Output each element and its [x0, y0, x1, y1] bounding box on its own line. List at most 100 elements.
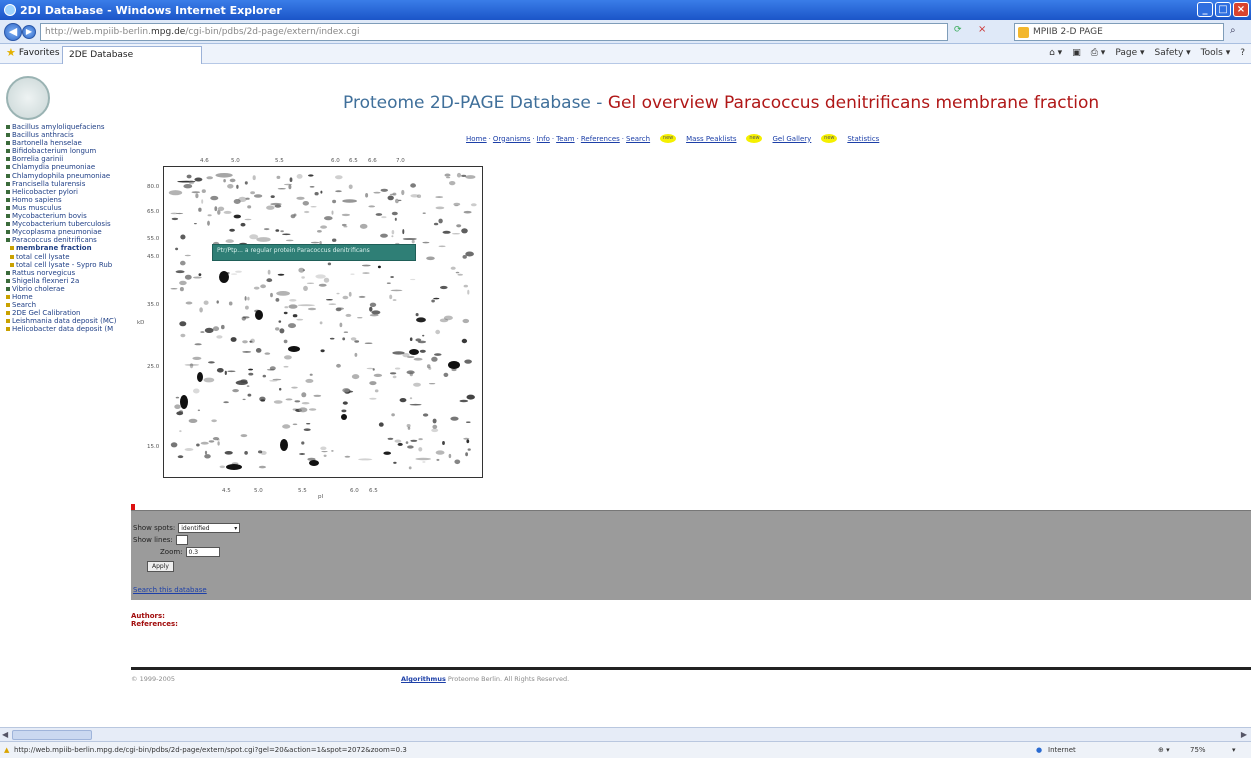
tools-menu[interactable]: Tools ▾ [1201, 48, 1231, 58]
gel-spot[interactable] [463, 284, 468, 288]
gel-spot[interactable] [306, 282, 315, 284]
search-database-link[interactable]: Search this database [133, 586, 207, 594]
gel-spot[interactable] [263, 228, 270, 231]
gel-spot[interactable] [354, 340, 360, 343]
gel-spot[interactable] [467, 289, 470, 295]
gel-spot[interactable] [422, 212, 426, 214]
gel-spot[interactable] [374, 389, 379, 393]
gel-spot[interactable] [275, 298, 280, 302]
gel-spot[interactable] [448, 361, 460, 369]
gel-spot[interactable] [246, 385, 250, 387]
gel-spot[interactable] [216, 368, 224, 373]
gel-spot[interactable] [233, 214, 241, 219]
gel-spot[interactable] [415, 313, 419, 317]
gel-spot[interactable] [223, 401, 229, 404]
gel-spot[interactable] [456, 224, 462, 228]
gel-spot[interactable] [357, 317, 363, 319]
gel-spot[interactable] [270, 292, 273, 298]
gel-spot[interactable] [369, 314, 379, 317]
gel-spot[interactable] [332, 199, 337, 204]
gel-spot[interactable] [175, 270, 185, 274]
gel-spot[interactable] [402, 238, 417, 240]
gel-spot[interactable] [409, 337, 413, 341]
close-button[interactable]: × [1233, 2, 1249, 17]
gel-spot[interactable] [266, 369, 275, 371]
gel-spot[interactable] [392, 299, 397, 301]
gel-spot[interactable] [250, 191, 255, 195]
gel-spot[interactable] [450, 266, 456, 270]
gel-spot[interactable] [226, 464, 242, 470]
gel-spot[interactable] [249, 234, 259, 240]
gel-spot[interactable] [465, 452, 468, 457]
sidebar-item[interactable]: Bifidobacterium longum [6, 147, 130, 155]
gel-spot[interactable] [461, 228, 468, 234]
gel-spot[interactable] [291, 386, 298, 389]
sidebar-item[interactable]: Helicobacter data deposit (M [6, 325, 130, 333]
horizontal-scrollbar[interactable]: ◀ ▶ [0, 727, 1251, 741]
page-menu[interactable]: Page ▾ [1115, 48, 1144, 58]
gel-spot[interactable] [223, 210, 232, 214]
gel-spot[interactable] [366, 367, 374, 370]
gel-spot[interactable] [253, 286, 260, 290]
gel-spot[interactable] [361, 264, 371, 267]
gel-spot[interactable] [431, 428, 439, 433]
gel-spot[interactable] [462, 318, 470, 324]
gel-spot[interactable] [298, 407, 308, 413]
gel-spot[interactable] [438, 245, 446, 248]
gel-spot[interactable] [197, 372, 203, 382]
gel-spot[interactable] [275, 327, 280, 331]
gel-spot[interactable] [405, 441, 409, 444]
gel-spot[interactable] [450, 416, 459, 421]
gel-spot[interactable] [231, 273, 238, 275]
gel-image[interactable] [163, 166, 483, 478]
gel-spot[interactable] [331, 450, 334, 452]
gel-spot[interactable] [359, 223, 368, 229]
gel-spot[interactable] [188, 180, 195, 185]
gel-spot[interactable] [242, 351, 252, 353]
gel-spot[interactable] [358, 458, 373, 461]
sidebar-item[interactable]: Bacillus amyloliquefaciens [6, 123, 130, 131]
gel-spot[interactable] [255, 348, 262, 353]
gel-spot[interactable] [369, 306, 373, 312]
gel-spot[interactable] [391, 211, 398, 216]
gel-spot[interactable] [325, 299, 333, 301]
gel-spot[interactable] [248, 368, 253, 371]
gel-spot[interactable] [276, 291, 290, 296]
gel-spot[interactable] [320, 446, 327, 451]
gel-spot[interactable] [225, 239, 234, 243]
gel-spot[interactable] [280, 230, 284, 233]
gel-spot[interactable] [292, 314, 298, 318]
gel-spot[interactable] [176, 411, 184, 416]
gel-spot[interactable] [266, 205, 275, 210]
gel-spot[interactable] [276, 175, 281, 179]
gel-spot[interactable] [269, 380, 278, 382]
gel-spot[interactable] [203, 377, 215, 383]
gel-spot[interactable] [341, 223, 347, 227]
sidebar-item[interactable]: Bacillus anthracis [6, 131, 130, 139]
gel-spot[interactable] [298, 267, 305, 273]
gel-spot[interactable] [283, 183, 293, 186]
sidebar-item[interactable]: membrane fraction [6, 244, 130, 252]
print-icon[interactable]: ⎙ ▾ [1091, 48, 1106, 58]
gel-spot[interactable] [244, 296, 247, 301]
gel-spot[interactable] [453, 202, 461, 206]
gel-spot[interactable] [392, 375, 397, 379]
gel-spot[interactable] [171, 217, 179, 221]
gel-spot[interactable] [457, 273, 464, 276]
gel-spot[interactable] [335, 307, 342, 312]
gel-spot[interactable] [443, 372, 449, 377]
gel-spot[interactable] [193, 223, 197, 225]
gel-spot[interactable] [332, 238, 337, 242]
gel-spot[interactable] [267, 269, 271, 275]
gel-spot[interactable] [203, 300, 209, 305]
sidebar-item[interactable]: Paracoccus denitrificans [6, 236, 130, 244]
safety-menu[interactable]: Safety ▾ [1154, 48, 1190, 58]
gel-spot[interactable] [387, 437, 394, 440]
gel-spot[interactable] [466, 439, 470, 444]
gel-spot[interactable] [194, 343, 202, 346]
gel-spot[interactable] [428, 383, 436, 385]
gel-spot[interactable] [282, 233, 291, 236]
gel-spot[interactable] [168, 190, 183, 196]
gel-spot[interactable] [315, 274, 326, 279]
sidebar-item[interactable]: Search [6, 301, 130, 309]
